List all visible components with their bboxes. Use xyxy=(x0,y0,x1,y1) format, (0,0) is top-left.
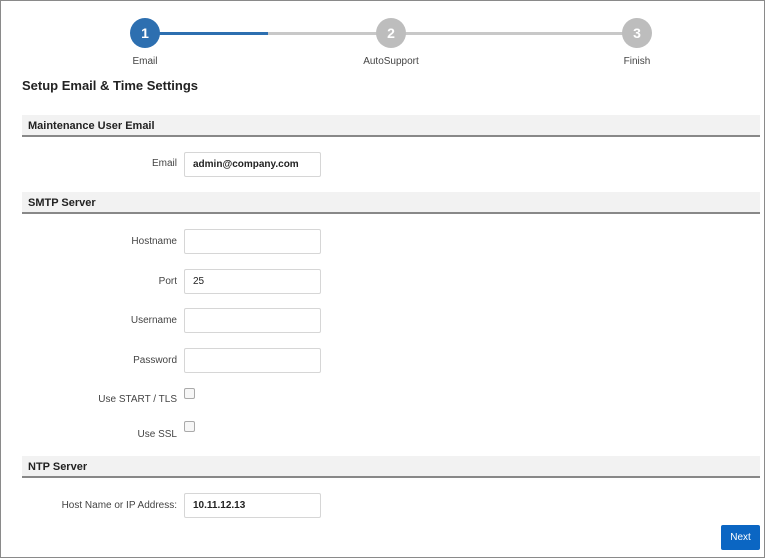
section-header-maintenance: Maintenance User Email xyxy=(22,115,760,137)
email-label: Email xyxy=(151,158,177,169)
hostname-label: Hostname xyxy=(131,236,177,247)
password-input[interactable] xyxy=(184,348,321,373)
username-label: Username xyxy=(130,315,177,326)
ssl-label: Use SSL xyxy=(137,429,177,440)
step-number-circle: 2 xyxy=(376,18,406,48)
password-label: Password xyxy=(133,355,177,366)
ssl-checkbox[interactable] xyxy=(184,421,195,432)
next-button[interactable]: Next xyxy=(721,525,760,550)
wizard-stepper: 1 Email 2 AutoSupport 3 Finish xyxy=(1,1,765,71)
email-input[interactable] xyxy=(184,152,321,177)
ntp-host-label: Host Name or IP Address: xyxy=(61,500,177,511)
page-title: Setup Email & Time Settings xyxy=(22,78,199,93)
port-input[interactable] xyxy=(184,269,321,294)
starttls-checkbox[interactable] xyxy=(184,388,195,399)
step-autosupport[interactable]: 2 AutoSupport xyxy=(341,18,441,67)
port-label: Port xyxy=(158,276,177,287)
setup-wizard-window: 1 Email 2 AutoSupport 3 Finish Setup Ema… xyxy=(0,0,765,558)
section-header-smtp: SMTP Server xyxy=(22,192,760,214)
step-label: Finish xyxy=(623,56,651,67)
step-label: Email xyxy=(132,56,158,67)
username-input[interactable] xyxy=(184,308,321,333)
step-email[interactable]: 1 Email xyxy=(95,18,195,67)
step-number-circle: 3 xyxy=(622,18,652,48)
step-number-circle: 1 xyxy=(130,18,160,48)
starttls-label: Use START / TLS xyxy=(98,394,177,405)
section-header-ntp: NTP Server xyxy=(22,456,760,478)
step-finish[interactable]: 3 Finish xyxy=(587,18,687,67)
step-label: AutoSupport xyxy=(363,56,419,67)
ntp-host-input[interactable] xyxy=(184,493,321,518)
hostname-input[interactable] xyxy=(184,229,321,254)
